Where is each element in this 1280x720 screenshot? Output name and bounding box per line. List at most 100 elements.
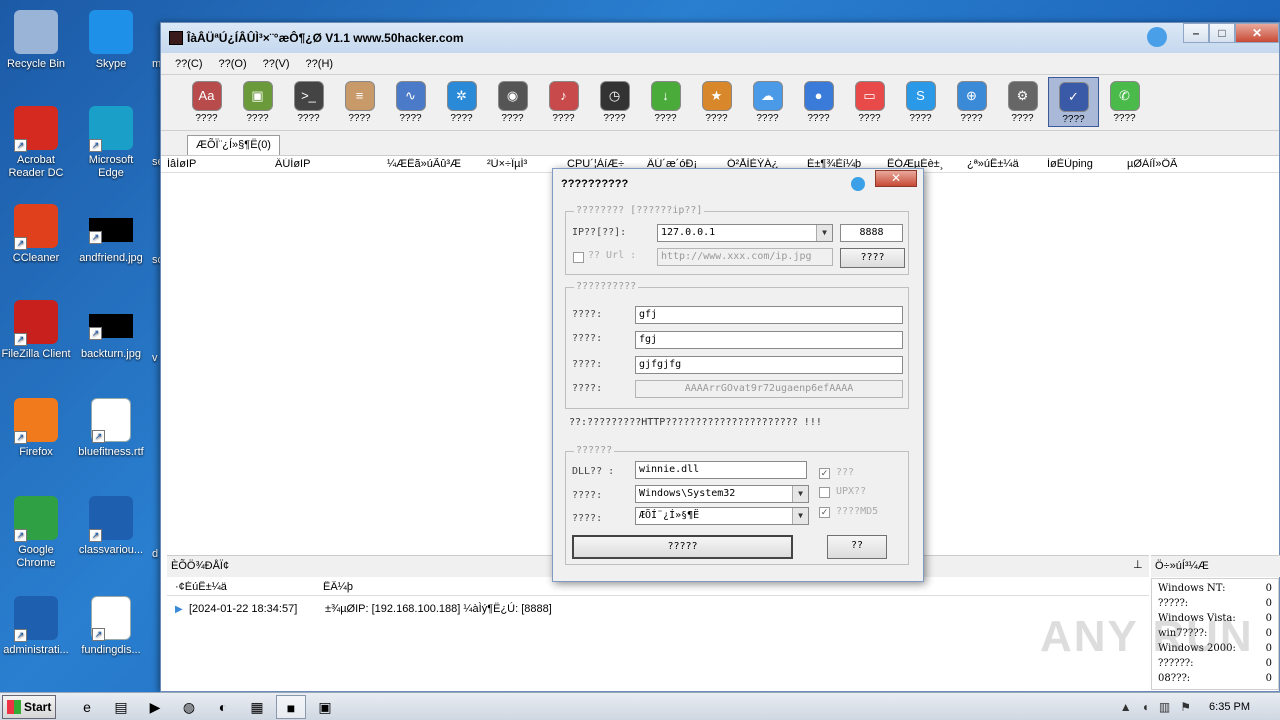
dropdown-arrow-icon[interactable]: ▼ [792, 486, 808, 502]
desktop-icon-9[interactable]: ↗ bluefitness.rtf [75, 398, 147, 459]
log-col-event[interactable]: ÊÂ¼þ [317, 581, 353, 593]
toolbar-label: ???? [960, 113, 983, 124]
desktop-icon-0[interactable]: Recycle Bin [0, 10, 72, 71]
dropdown-arrow-icon[interactable]: ▼ [792, 508, 808, 524]
option-checkbox-1[interactable]: ✓ [819, 468, 830, 479]
toolbar-button-7[interactable]: ♪???? [538, 77, 589, 127]
star-icon: ★ [701, 81, 732, 111]
column-header-2[interactable]: ¼ÆËã»úÃû³Æ [383, 158, 483, 170]
desktop-icon-6[interactable]: ↗ FileZilla Client [0, 300, 72, 361]
explorer-icon[interactable]: ▤ [106, 695, 136, 719]
log-col-time[interactable]: ·¢ÉúÊ±¼ä [167, 581, 317, 593]
desktop-icon-12[interactable]: ↗ administrati... [0, 596, 72, 657]
system-tray: ▲ ◖ ▥ ⚑ 6:35 PM [1120, 693, 1280, 720]
chat-icon: ● [803, 81, 834, 111]
toolbar-button-9[interactable]: ↓???? [640, 77, 691, 127]
menu-item-3[interactable]: ??(H) [306, 58, 334, 70]
toolbar-button-15[interactable]: ⊕???? [946, 77, 997, 127]
start-button[interactable]: Start [2, 694, 56, 719]
expand-arrow-icon[interactable]: ▶ [175, 604, 189, 615]
toolbar-button-3[interactable]: ≡???? [334, 77, 385, 127]
menu-item-2[interactable]: ??(V) [263, 58, 290, 70]
partial-desktop-label: d [152, 548, 159, 560]
title-bar[interactable]: ÎàÂÜªÚ¿ÍÂÛÌ³×¨°æÔ¶¿Ø V1.1 www.50hacker.c… [161, 23, 1279, 53]
desktop-icon-13[interactable]: ↗ fundingdis... [75, 596, 147, 657]
console-app-icon[interactable]: ▣ [310, 695, 340, 719]
toolbar-button-8[interactable]: ◷???? [589, 77, 640, 127]
column-header-10[interactable]: ÍøÈÙping [1043, 158, 1123, 170]
volume-icon[interactable]: ◖ [1142, 700, 1149, 714]
toolbar-button-11[interactable]: ☁???? [742, 77, 793, 127]
desktop-icon-2[interactable]: ↗ Acrobat Reader DC [0, 106, 72, 180]
upx-checkbox[interactable] [819, 487, 830, 498]
log-row[interactable]: ▶ [2024-01-22 18:34:57] ±¾µØIP: [192.168… [167, 599, 1149, 619]
path-select[interactable]: Windows\System32 ▼ [635, 485, 809, 503]
toolbar-button-0[interactable]: Aa???? [181, 77, 232, 127]
dll-field[interactable]: winnie.dll [635, 461, 807, 479]
toolbar-button-14[interactable]: S???? [895, 77, 946, 127]
tray-expand-icon[interactable]: ▲ [1120, 700, 1132, 714]
exit-button[interactable]: ?? [827, 535, 887, 559]
menu-item-0[interactable]: ??(C) [175, 58, 203, 70]
toolbar-button-4[interactable]: ∿???? [385, 77, 436, 127]
toolbar-button-17[interactable]: ✓???? [1048, 77, 1099, 127]
ie-icon[interactable]: e [72, 695, 102, 719]
dropdown-arrow-icon[interactable]: ▼ [816, 225, 832, 241]
service-field-4[interactable]: AAAArrGOvat9r72ugaenp6efAAAA [635, 380, 903, 398]
service-field-2[interactable]: fgj [635, 331, 903, 349]
generate-button[interactable]: ????? [572, 535, 793, 559]
desktop-icon-8[interactable]: ↗ Firefox [0, 398, 72, 459]
toolbar-button-2[interactable]: >_???? [283, 77, 334, 127]
tab-clients[interactable]: ÆÕÏ¨¿Í»§¶Ë(0) [187, 135, 280, 155]
desktop-icon-11[interactable]: ↗ classvariou... [75, 496, 147, 557]
connection-group-label: ???????? [??????ip??] [574, 205, 705, 216]
port-field[interactable]: 8888 [840, 224, 903, 242]
skin-icon[interactable] [1147, 27, 1167, 47]
url-field[interactable]: http://www.xxx.com/ip.jpg [657, 248, 833, 266]
action-center-flag-icon[interactable]: ⚑ [1180, 700, 1191, 714]
desktop-icon-10[interactable]: ↗ Google Chrome [0, 496, 72, 570]
service-field-1[interactable]: gfj [635, 306, 903, 324]
column-header-0[interactable]: ÍâÍøIP [161, 158, 271, 170]
md5-checkbox[interactable]: ✓ [819, 507, 830, 518]
toolbar-button-5[interactable]: ✲???? [436, 77, 487, 127]
toolbar-button-13[interactable]: ▭???? [844, 77, 895, 127]
toolbar-button-12[interactable]: ●???? [793, 77, 844, 127]
pin-icon[interactable]: ⊥ [1133, 558, 1143, 571]
toolbar-button-18[interactable]: ✆???? [1099, 77, 1150, 127]
desktop-icon-5[interactable]: ↗ andfriend.jpg [75, 204, 147, 265]
desktop-icon-4[interactable]: ↗ CCleaner [0, 204, 72, 265]
remote-control-app-icon[interactable]: ■ [276, 694, 306, 719]
url-test-button[interactable]: ???? [840, 248, 905, 268]
toolbar-button-6[interactable]: ◉???? [487, 77, 538, 127]
group-name-select[interactable]: ÆÕÍ¨¿Í»§¶Ë ▼ [635, 507, 809, 525]
toolbar-button-10[interactable]: ★???? [691, 77, 742, 127]
desktop-icon-1[interactable]: Skype [75, 10, 147, 71]
network-icon[interactable]: ▥ [1159, 700, 1170, 714]
stat-label: ?????: [1158, 598, 1189, 609]
column-header-11[interactable]: µØÀíÎ»ÖÃ [1123, 158, 1253, 170]
desktop-icon-7[interactable]: ↗ backturn.jpg [75, 300, 147, 361]
edge-icon[interactable]: ◐ [208, 695, 238, 719]
column-header-9[interactable]: ¿ª»úÊ±¼ä [963, 158, 1043, 170]
ip-value: 127.0.0.1 [661, 227, 716, 238]
close-button[interactable]: ✕ [1235, 23, 1279, 43]
media-player-icon[interactable]: ▶ [140, 695, 170, 719]
maximize-button[interactable]: □ [1209, 23, 1235, 43]
winrar-icon[interactable]: ▦ [242, 695, 272, 719]
chrome-icon[interactable]: ◍ [174, 695, 204, 719]
toolbar-button-16[interactable]: ⚙???? [997, 77, 1048, 127]
column-header-1[interactable]: ÄÚÍøIP [271, 158, 383, 170]
skin-icon[interactable] [851, 177, 865, 191]
clock[interactable]: 6:35 PM [1209, 701, 1250, 713]
toolbar-button-1[interactable]: ▣???? [232, 77, 283, 127]
dialog-close-button[interactable]: ✕ [875, 170, 917, 187]
minimize-button[interactable]: – [1183, 23, 1209, 43]
shortcut-arrow-icon: ↗ [89, 139, 102, 152]
desktop-icon-3[interactable]: ↗ Microsoft Edge [75, 106, 147, 180]
column-header-3[interactable]: ²Ù×÷ÏµÍ³ [483, 158, 563, 170]
ip-field[interactable]: 127.0.0.1 ▼ [657, 224, 833, 242]
menu-item-1[interactable]: ??(O) [219, 58, 247, 70]
url-checkbox[interactable] [573, 252, 584, 263]
service-field-3[interactable]: gjfgjfg [635, 356, 903, 374]
